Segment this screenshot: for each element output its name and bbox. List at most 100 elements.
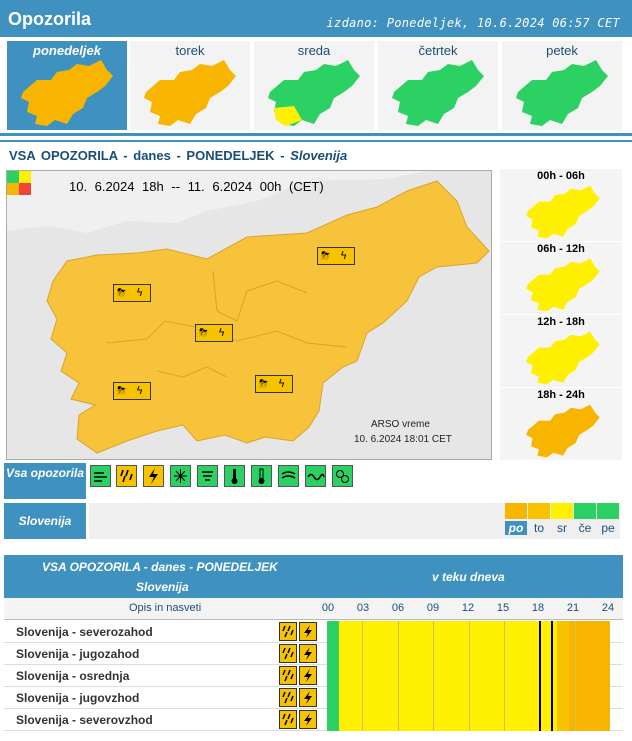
hour-label: 18 [531, 602, 545, 614]
table-subheader: Opis in nasveti 00 03 06 09 12 15 18 21 … [4, 598, 623, 620]
heading-part: PONEDELJEK [186, 148, 275, 163]
thunderstorm-icon[interactable] [299, 644, 317, 663]
timeline-segment [556, 665, 569, 687]
timeline-segment [338, 621, 557, 643]
timeline-segment [556, 709, 569, 731]
level-ce[interactable]: če [574, 503, 596, 537]
ice-icon[interactable] [197, 465, 218, 487]
timeline-tick [397, 709, 399, 731]
timeline-tick [433, 621, 435, 643]
timeline-tick [468, 709, 470, 731]
severovzhod-warning-icons[interactable]: ⛈ ϟ [317, 247, 355, 265]
timeline-tick [397, 665, 399, 687]
hour-label: 12 [461, 602, 475, 614]
timeslot-06-12[interactable]: 06h - 12h [500, 242, 622, 314]
warning-type-label: Vsa opozorila [4, 463, 86, 499]
timeline-marker [551, 709, 554, 731]
timeslot-00-06[interactable]: 00h - 06h [500, 169, 622, 241]
timeslot-map [526, 404, 600, 458]
day-tab-cetrtek[interactable]: četrtek [377, 40, 499, 131]
row-region-name: Slovenija - severozahod [16, 625, 153, 639]
map-generated-date: 10. 6.2024 18:01 CET [354, 434, 452, 445]
table-row: Slovenija - jugovzhod [4, 687, 623, 709]
day-tabs: ponedeljek torek sreda četrtek petek [0, 37, 632, 133]
thunderstorm-icon[interactable] [299, 622, 317, 641]
day-map-sreda [268, 60, 360, 126]
timeline-segment [327, 687, 339, 709]
heat-icon[interactable] [224, 465, 245, 487]
table-header: VSA OPOZORILA - danes - PONEDELJEK Slove… [4, 555, 623, 598]
timeslot-map [526, 331, 600, 385]
day-tab-petek[interactable]: petek [501, 40, 623, 131]
timeline-tick [433, 709, 435, 731]
timeline-bar [327, 687, 610, 709]
timeline-tick [574, 709, 576, 731]
timeline-segment [327, 709, 339, 731]
timeline-marker [539, 687, 542, 709]
timeline-bar [327, 665, 610, 687]
timeline-segment [338, 643, 557, 665]
issued-timestamp: izdano: Ponedeljek, 10.6.2024 06:57 CET [326, 16, 620, 30]
day-tab-sreda[interactable]: sreda [253, 40, 375, 131]
region-bar: Slovenija po to sr če pe [4, 503, 620, 539]
level-sr[interactable]: sr [551, 503, 573, 537]
severozahod-warning-icons[interactable]: ⛈ ϟ [113, 284, 151, 302]
heading-sep: - [280, 148, 285, 163]
timeline-tick [503, 665, 505, 687]
warning-map: 10. 6.2024 18h -- 11. 6.2024 00h (CET) ⛈… [6, 170, 492, 460]
table-subtitle: Slovenija [136, 580, 189, 594]
row-region-name: Slovenija - severovzhod [16, 713, 153, 727]
rain-icon[interactable] [279, 666, 297, 685]
level-to[interactable]: to [528, 503, 550, 537]
hour-label: 00 [321, 602, 335, 614]
timeline-marker [539, 621, 542, 643]
timeline-tick [362, 643, 364, 665]
level-pe[interactable]: pe [597, 503, 619, 537]
snow-icon[interactable] [170, 465, 191, 487]
map-credit: ARSO vreme [371, 419, 430, 430]
timeslot-label: 06h - 12h [537, 243, 585, 255]
cold-icon[interactable] [251, 465, 272, 487]
timeline-tick [503, 687, 505, 709]
day-tab-ponedeljek[interactable]: ponedeljek [6, 40, 128, 131]
fog-icon[interactable] [278, 465, 299, 487]
rain-icon[interactable] [116, 465, 137, 487]
fire-icon[interactable] [332, 465, 353, 487]
day-tab-torek[interactable]: torek [129, 40, 251, 131]
timeline-tick [574, 665, 576, 687]
day-tab-label: ponedeljek [33, 43, 101, 58]
jugovzhod-warning-icons[interactable]: ⛈ ϟ [255, 375, 293, 393]
timeslot-label: 00h - 06h [537, 170, 585, 182]
slovenia-map [7, 171, 491, 459]
coastal-icon[interactable] [305, 465, 326, 487]
jugozahod-warning-icons[interactable]: ⛈ ϟ [113, 382, 151, 400]
thunderstorm-icon[interactable] [299, 710, 317, 729]
rain-icon[interactable] [279, 644, 297, 663]
timeline-marker [551, 687, 554, 709]
rain-icon[interactable] [279, 622, 297, 641]
timeline-tick [574, 621, 576, 643]
timeline-segment [556, 621, 569, 643]
timeline-segment [338, 687, 557, 709]
page-title: Opozorila [8, 9, 92, 29]
region-label: Slovenija [4, 503, 86, 539]
thunderstorm-icon[interactable] [299, 688, 317, 707]
timeline-bar [327, 643, 610, 665]
timeslot-18-24[interactable]: 18h - 24h [500, 388, 622, 460]
timeline-tick [397, 687, 399, 709]
rain-icon[interactable] [279, 688, 297, 707]
timeline-tick [362, 665, 364, 687]
timeline-tick [574, 643, 576, 665]
rain-icon[interactable] [279, 710, 297, 729]
osrednja-warning-icons[interactable]: ⛈ ϟ [195, 324, 233, 342]
wind-icon[interactable] [90, 465, 111, 487]
level-po[interactable]: po [505, 503, 527, 537]
thunderstorm-icon[interactable] [299, 666, 317, 685]
map-legend [7, 171, 31, 195]
day-map-ponedeljek [21, 60, 113, 126]
timeslot-12-18[interactable]: 12h - 18h [500, 315, 622, 387]
timeline-marker [539, 643, 542, 665]
timeline-tick [574, 687, 576, 709]
thunderstorm-icon[interactable] [143, 465, 164, 487]
day-map-torek [144, 60, 236, 126]
